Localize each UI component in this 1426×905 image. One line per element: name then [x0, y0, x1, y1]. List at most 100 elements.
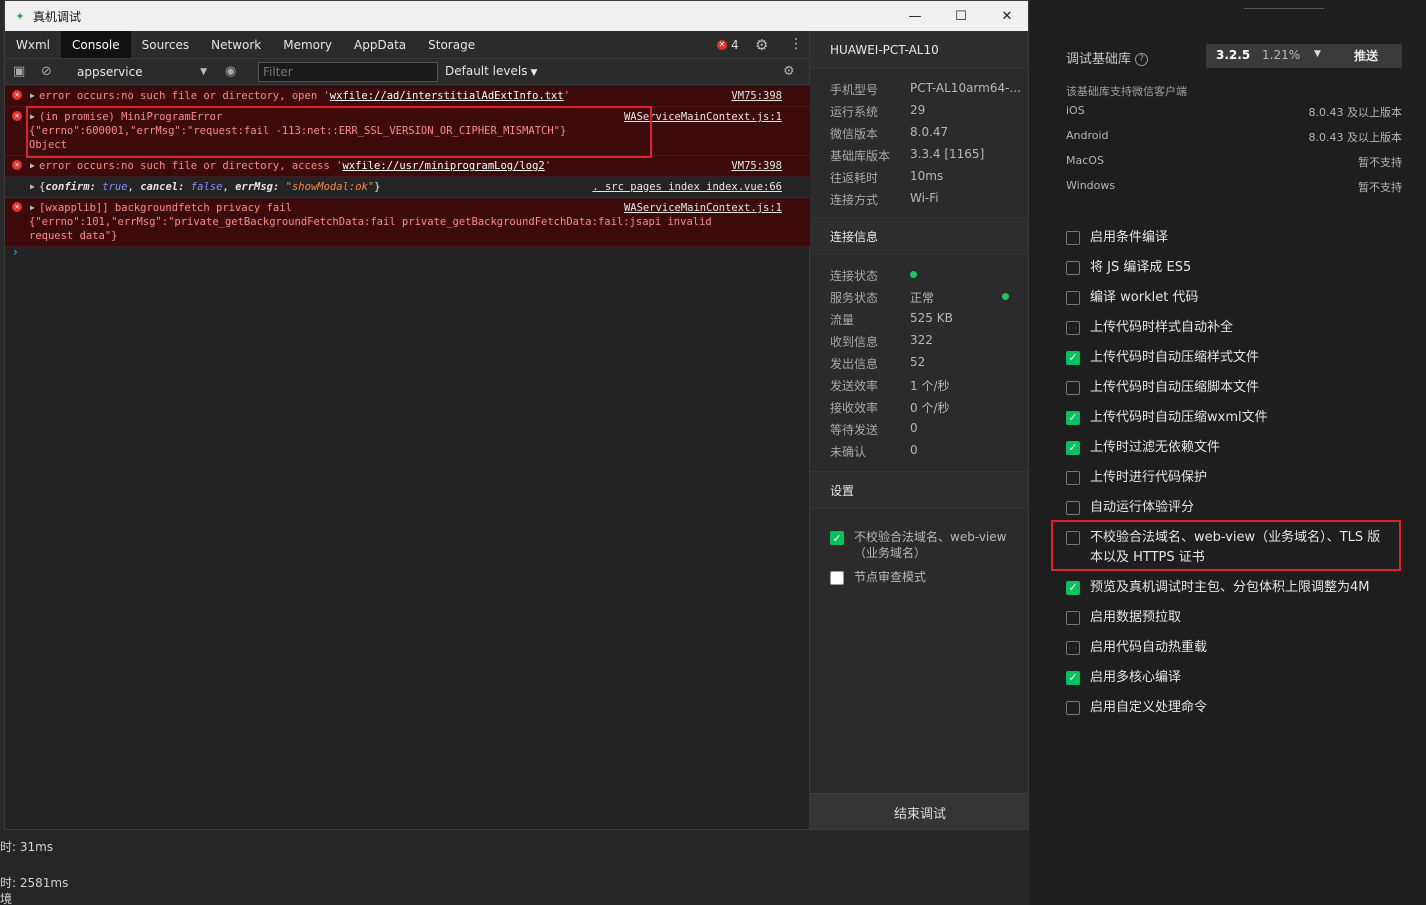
expand-triangle-icon[interactable]: ▶ — [30, 159, 35, 173]
info-row: 基础库版本 3.3.4 [1165] — [830, 147, 985, 163]
tab-wxml[interactable]: Wxml — [5, 31, 61, 58]
error-icon: ✕ — [12, 111, 22, 121]
tab-sources[interactable]: Sources — [131, 31, 200, 58]
setting-option-checkbox[interactable]: 启用代码自动热重载 — [1066, 638, 1386, 658]
error-count: 4 — [731, 38, 739, 52]
console-prompt-icon[interactable]: › — [13, 245, 18, 259]
message-text: error occurs:no such file or directory, … — [39, 160, 343, 172]
minimize-button[interactable]: — — [892, 1, 938, 31]
source-link[interactable]: VM75:398 — [731, 159, 782, 173]
expand-triangle-icon[interactable]: ▶ — [30, 180, 35, 194]
setting-option-checkbox[interactable]: 启用数据预拉取 — [1066, 608, 1386, 628]
platform-row: MacOS 暂不支持 — [1066, 154, 1402, 169]
window-titlebar: ✦ 真机调试 — ☐ ✕ — [5, 1, 1028, 31]
setting-option-checkbox[interactable]: 启用条件编译 — [1066, 228, 1386, 248]
console-row[interactable]: ✕ ▶ [wxapplib]] backgroundfetch privacy … — [5, 198, 810, 247]
checkbox-box — [1066, 291, 1080, 305]
gear-icon[interactable]: ⚙ — [755, 36, 768, 54]
devtools-tab-bar: Wxml Console Sources Network Memory AppD… — [5, 31, 809, 59]
info-row: 往返耗时 10ms — [830, 169, 944, 185]
message-text: ' — [544, 160, 552, 172]
checkmark-icon: ✓ — [1066, 411, 1080, 425]
setting-option-checkbox[interactable]: 自动运行体验评分 — [1066, 498, 1386, 518]
setting-option-checkbox[interactable]: 编译 worklet 代码 — [1066, 288, 1386, 308]
output-line: 时: 31ms — [0, 840, 54, 854]
setting-option-checkbox[interactable]: 启用自定义处理命令 — [1066, 698, 1386, 718]
message-text: error occurs:no such file or directory, … — [39, 90, 330, 102]
setting-option-checkbox[interactable]: 将 JS 编译成 ES5 — [1066, 258, 1386, 278]
maximize-button[interactable]: ☐ — [938, 1, 984, 31]
setting-option-label: 自动运行体验评分 — [1090, 500, 1195, 515]
highlight-box — [26, 106, 652, 158]
checkmark-icon: ✓ — [1066, 441, 1080, 455]
close-button[interactable]: ✕ — [984, 1, 1028, 31]
app-icon: ✦ — [15, 9, 25, 23]
source-link[interactable]: WAServiceMainContext.js:1 — [624, 201, 782, 215]
info-row: 发送效率 1 个/秒 — [830, 379, 950, 393]
checkbox-box — [1066, 231, 1080, 245]
setting-option-checkbox[interactable]: ✓ 上传代码时自动压缩wxml文件 — [1066, 408, 1386, 428]
chevron-down-icon: ▼ — [1314, 49, 1321, 59]
setting-option-checkbox[interactable]: ✓ 上传时过滤无依赖文件 — [1066, 438, 1386, 458]
setting-option-checkbox[interactable]: ✓ 预览及真机调试时主包、分包体积上限调整为4M — [1066, 578, 1386, 598]
tab-console[interactable]: Console — [61, 31, 131, 58]
push-button[interactable]: 推送 — [1330, 44, 1402, 68]
error-icon: ✕ — [12, 90, 22, 100]
debug-lib-row: 调试基础库? 3.2.5 1.21% ▼ 推送 — [1066, 44, 1406, 68]
console-row[interactable]: ▶ {confirm: true, cancel: false, errMsg:… — [5, 177, 810, 198]
info-row: 微信版本 8.0.47 — [830, 125, 949, 141]
setting-option-label: 启用自定义处理命令 — [1090, 700, 1208, 715]
message-text: {"errno":101,"errMsg":"private_getBackgr… — [29, 216, 712, 228]
tab-storage[interactable]: Storage — [417, 31, 486, 58]
setting-option-checkbox[interactable]: 上传代码时样式自动补全 — [1066, 318, 1386, 338]
info-row: 发出信息 52 — [830, 355, 926, 371]
console-row[interactable]: ✕ ▶ error occurs:no such file or directo… — [5, 86, 810, 107]
node-inspect-checkbox[interactable]: 节点审查模式 — [810, 569, 1028, 595]
help-icon[interactable]: ? — [1135, 53, 1149, 66]
setting-option-label: 启用条件编译 — [1090, 230, 1169, 245]
tab-memory[interactable]: Memory — [272, 31, 343, 58]
source-link[interactable]: . src pages index index.vue:66 — [592, 180, 782, 194]
clear-console-icon[interactable]: ⊘ — [41, 64, 52, 79]
console-row[interactable]: ✕ ▶ error occurs:no such file or directo… — [5, 156, 810, 177]
setting-option-label: 预览及真机调试时主包、分包体积上限调整为4M — [1090, 580, 1370, 595]
tab-appdata[interactable]: AppData — [343, 31, 417, 58]
expand-triangle-icon[interactable]: ▶ — [30, 201, 35, 215]
setting-option-checkbox[interactable]: ✓ 启用多核心编译 — [1066, 668, 1386, 688]
debug-lib-label: 调试基础库? — [1066, 48, 1149, 67]
sidebar-toggle-icon[interactable]: ▣ — [13, 64, 25, 79]
more-menu-icon[interactable]: ⋮ — [789, 36, 803, 52]
error-icon: ✕ — [12, 160, 22, 170]
info-row: 运行系统 29 — [830, 103, 926, 119]
log-levels-select[interactable]: Default levels ▼ — [445, 64, 537, 78]
tab-network[interactable]: Network — [200, 31, 272, 58]
project-settings-pane: 调试基础库? 3.2.5 1.21% ▼ 推送 该基础库支持微信客户端 iOS 8… — [1034, 0, 1426, 905]
console-settings-icon[interactable]: ⚙ — [783, 64, 795, 79]
filter-input[interactable] — [258, 62, 438, 82]
highlight-box — [1051, 520, 1401, 571]
error-counter[interactable]: ✕ 4 — [717, 38, 739, 52]
setting-option-label: 上传代码时自动压缩wxml文件 — [1090, 410, 1268, 425]
support-note: 该基础库支持微信客户端 — [1066, 85, 1187, 98]
remote-debug-window: ✦ 真机调试 — ☐ ✕ Wxml Console Sources Networ… — [4, 0, 1029, 830]
context-select[interactable]: appservice ▼ — [71, 63, 211, 81]
checkmark-icon: ✓ — [1066, 671, 1080, 685]
setting-option-checkbox[interactable]: ✓ 上传代码时自动压缩样式文件 — [1066, 348, 1386, 368]
end-debug-button[interactable]: 结束调试 — [810, 793, 1028, 829]
setting-option-checkbox[interactable]: 上传时进行代码保护 — [1066, 468, 1386, 488]
error-icon: ✕ — [12, 202, 22, 212]
checkbox-box — [1066, 471, 1080, 485]
file-link[interactable]: wxfile://ad/interstitialAdExtInfo.txt — [330, 90, 564, 102]
skip-domain-check-checkbox[interactable]: ✓ 不校验合法域名、web-view（业务域名） — [810, 529, 1028, 561]
device-info-panel: HUAWEI-PCT-AL10 手机型号 PCT-AL10arm64-... 运行… — [810, 31, 1028, 829]
setting-option-checkbox[interactable]: 上传代码时自动压缩脚本文件 — [1066, 378, 1386, 398]
checkmark-icon: ✓ — [1066, 581, 1080, 595]
device-name: HUAWEI-PCT-AL10 — [810, 31, 1028, 69]
info-row: 连接方式 Wi-Fi — [830, 191, 939, 207]
checkbox-box — [1066, 261, 1080, 275]
checkmark-icon: ✓ — [1066, 351, 1080, 365]
expand-triangle-icon[interactable]: ▶ — [30, 89, 35, 103]
eye-icon[interactable]: ◉ — [225, 64, 236, 79]
file-link[interactable]: wxfile://usr/miniprogramLog/log2 — [342, 160, 544, 172]
source-link[interactable]: VM75:398 — [731, 89, 782, 103]
